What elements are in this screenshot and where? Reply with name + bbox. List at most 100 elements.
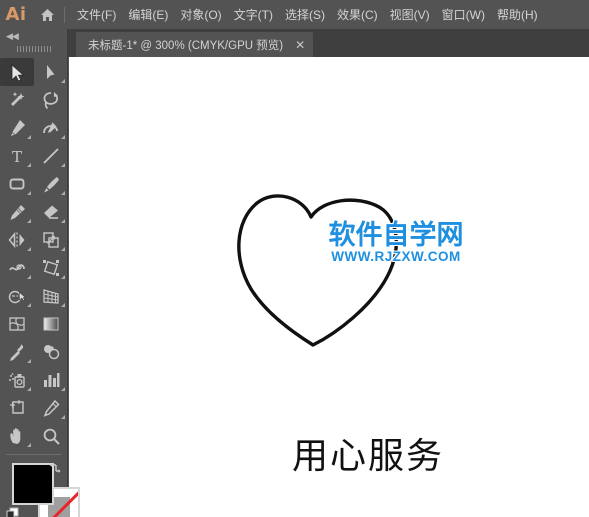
tool-flyout-indicator <box>61 79 65 83</box>
gradient-tool-icon <box>43 317 59 331</box>
lasso-tool[interactable] <box>34 86 68 114</box>
artwork-caption-text[interactable]: 用心服务 <box>238 427 498 479</box>
collapse-panel-icon[interactable]: ◀◀ <box>6 31 19 42</box>
magic-wand-tool[interactable] <box>0 86 34 114</box>
heart-outline-shape[interactable] <box>219 185 419 355</box>
shape-builder-tool-icon <box>8 290 26 304</box>
perspective-grid-tool[interactable] <box>34 282 68 310</box>
menu-file[interactable]: 文件(F) <box>71 0 122 29</box>
tool-flyout-indicator <box>61 247 65 251</box>
selection-tool-icon <box>11 64 25 82</box>
scale-tool[interactable] <box>34 226 68 254</box>
perspective-grid-tool-icon <box>43 289 59 304</box>
paintbrush-tool[interactable] <box>34 170 68 198</box>
pen-tool[interactable] <box>0 114 34 142</box>
symbol-sprayer-tool-icon <box>9 373 25 388</box>
free-transform-tool-icon <box>43 260 59 276</box>
tool-flyout-indicator <box>27 219 31 223</box>
hand-tool[interactable] <box>0 422 34 450</box>
line-segment-tool[interactable] <box>34 142 68 170</box>
tools-panel-header: ◀◀ <box>0 29 67 43</box>
mesh-tool-icon <box>9 317 25 331</box>
document-tab-bar: 未标题-1* @ 300% (CMYK/GPU 预览) ✕ <box>68 29 589 57</box>
gradient-tool[interactable] <box>34 310 68 338</box>
tool-grid: T <box>0 58 67 450</box>
direct-selection-tool[interactable] <box>34 58 68 86</box>
menu-edit[interactable]: 编辑(E) <box>122 0 174 29</box>
menu-type[interactable]: 文字(T) <box>228 0 279 29</box>
pencil-tool[interactable] <box>0 198 34 226</box>
document-canvas[interactable]: 用心服务 软件自学网 WWW.RJZXW.COM <box>69 57 589 517</box>
selection-tool[interactable] <box>0 58 34 86</box>
pencil-tool-icon <box>10 205 25 220</box>
tool-flyout-indicator <box>61 387 65 391</box>
tool-flyout-indicator <box>27 359 31 363</box>
swap-fill-stroke-icon[interactable] <box>47 461 61 475</box>
svg-text:T: T <box>12 148 22 166</box>
grip-dots-icon <box>16 46 51 52</box>
tool-flyout-indicator <box>27 275 31 279</box>
menu-object[interactable]: 对象(O) <box>174 0 227 29</box>
app-logo: Ai <box>5 4 27 25</box>
tool-flyout-indicator <box>27 247 31 251</box>
paintbrush-tool-icon <box>44 177 59 193</box>
tool-flyout-indicator <box>61 135 65 139</box>
shape-builder-tool[interactable] <box>0 282 34 310</box>
menu-items: 文件(F) 编辑(E) 对象(O) 文字(T) 选择(S) 效果(C) 视图(V) 窗口(W)… <box>71 0 544 29</box>
menu-view[interactable]: 视图(V) <box>384 0 436 29</box>
type-tool-icon: T <box>12 148 22 166</box>
tools-panel: ◀◀ T <box>0 29 80 517</box>
default-fill-stroke-icon[interactable] <box>6 507 20 517</box>
menu-help[interactable]: 帮助(H) <box>491 0 544 29</box>
slice-tool[interactable] <box>34 394 68 422</box>
home-icon[interactable] <box>32 0 62 29</box>
curvature-tool-icon <box>43 122 58 134</box>
slice-tool-icon <box>43 399 60 417</box>
tool-flyout-indicator <box>61 415 65 419</box>
symbol-sprayer-tool[interactable] <box>0 366 34 394</box>
tool-flyout-indicator <box>61 191 65 195</box>
mesh-tool[interactable] <box>0 310 34 338</box>
tool-flyout-indicator <box>27 303 31 307</box>
tools-divider <box>6 454 61 455</box>
width-tool-icon <box>9 264 25 271</box>
tool-flyout-indicator <box>27 387 31 391</box>
artboard-tool-icon <box>10 400 24 414</box>
tool-flyout-indicator <box>61 219 65 223</box>
rectangle-tool[interactable] <box>0 170 34 198</box>
column-graph-tool-icon <box>44 373 60 387</box>
eraser-tool[interactable] <box>34 198 68 226</box>
eyedropper-tool[interactable] <box>0 338 34 366</box>
rectangle-tool-icon <box>9 178 25 190</box>
column-graph-tool[interactable] <box>34 366 68 394</box>
lasso-tool-icon <box>43 92 58 110</box>
width-tool[interactable] <box>0 254 34 282</box>
zoom-tool-icon <box>43 428 60 445</box>
curvature-tool[interactable] <box>34 114 68 142</box>
free-transform-tool[interactable] <box>34 254 68 282</box>
line-segment-tool-icon <box>43 148 59 164</box>
menu-select[interactable]: 选择(S) <box>279 0 331 29</box>
panel-drag-handle[interactable] <box>0 43 67 55</box>
pen-tool-icon <box>11 120 25 136</box>
direct-selection-tool-icon <box>47 65 55 79</box>
document-tab[interactable]: 未标题-1* @ 300% (CMYK/GPU 预览) ✕ <box>76 32 314 57</box>
magic-wand-tool-icon <box>11 92 25 106</box>
fill-stroke-group <box>0 459 80 517</box>
menu-window[interactable]: 窗口(W) <box>436 0 491 29</box>
zoom-tool[interactable] <box>34 422 68 450</box>
close-icon[interactable]: ✕ <box>295 39 305 51</box>
tool-flyout-indicator <box>27 191 31 195</box>
tool-flyout-indicator <box>27 135 31 139</box>
menu-effect[interactable]: 效果(C) <box>331 0 384 29</box>
type-tool[interactable]: T <box>0 142 34 170</box>
blend-tool-icon <box>44 345 60 360</box>
rotate-reflect-tool[interactable] <box>0 226 34 254</box>
blend-tool[interactable] <box>34 338 68 366</box>
artboard-tool[interactable] <box>0 394 34 422</box>
eraser-tool-icon <box>44 205 58 219</box>
menu-divider <box>64 6 65 23</box>
illustrator-window: Ai 文件(F) 编辑(E) 对象(O) 文字(T) 选择(S) 效果(C) 视图(V) 窗口… <box>0 0 589 517</box>
document-tab-title: 未标题-1* @ 300% (CMYK/GPU 预览) <box>88 39 284 52</box>
tool-flyout-indicator <box>61 303 65 307</box>
